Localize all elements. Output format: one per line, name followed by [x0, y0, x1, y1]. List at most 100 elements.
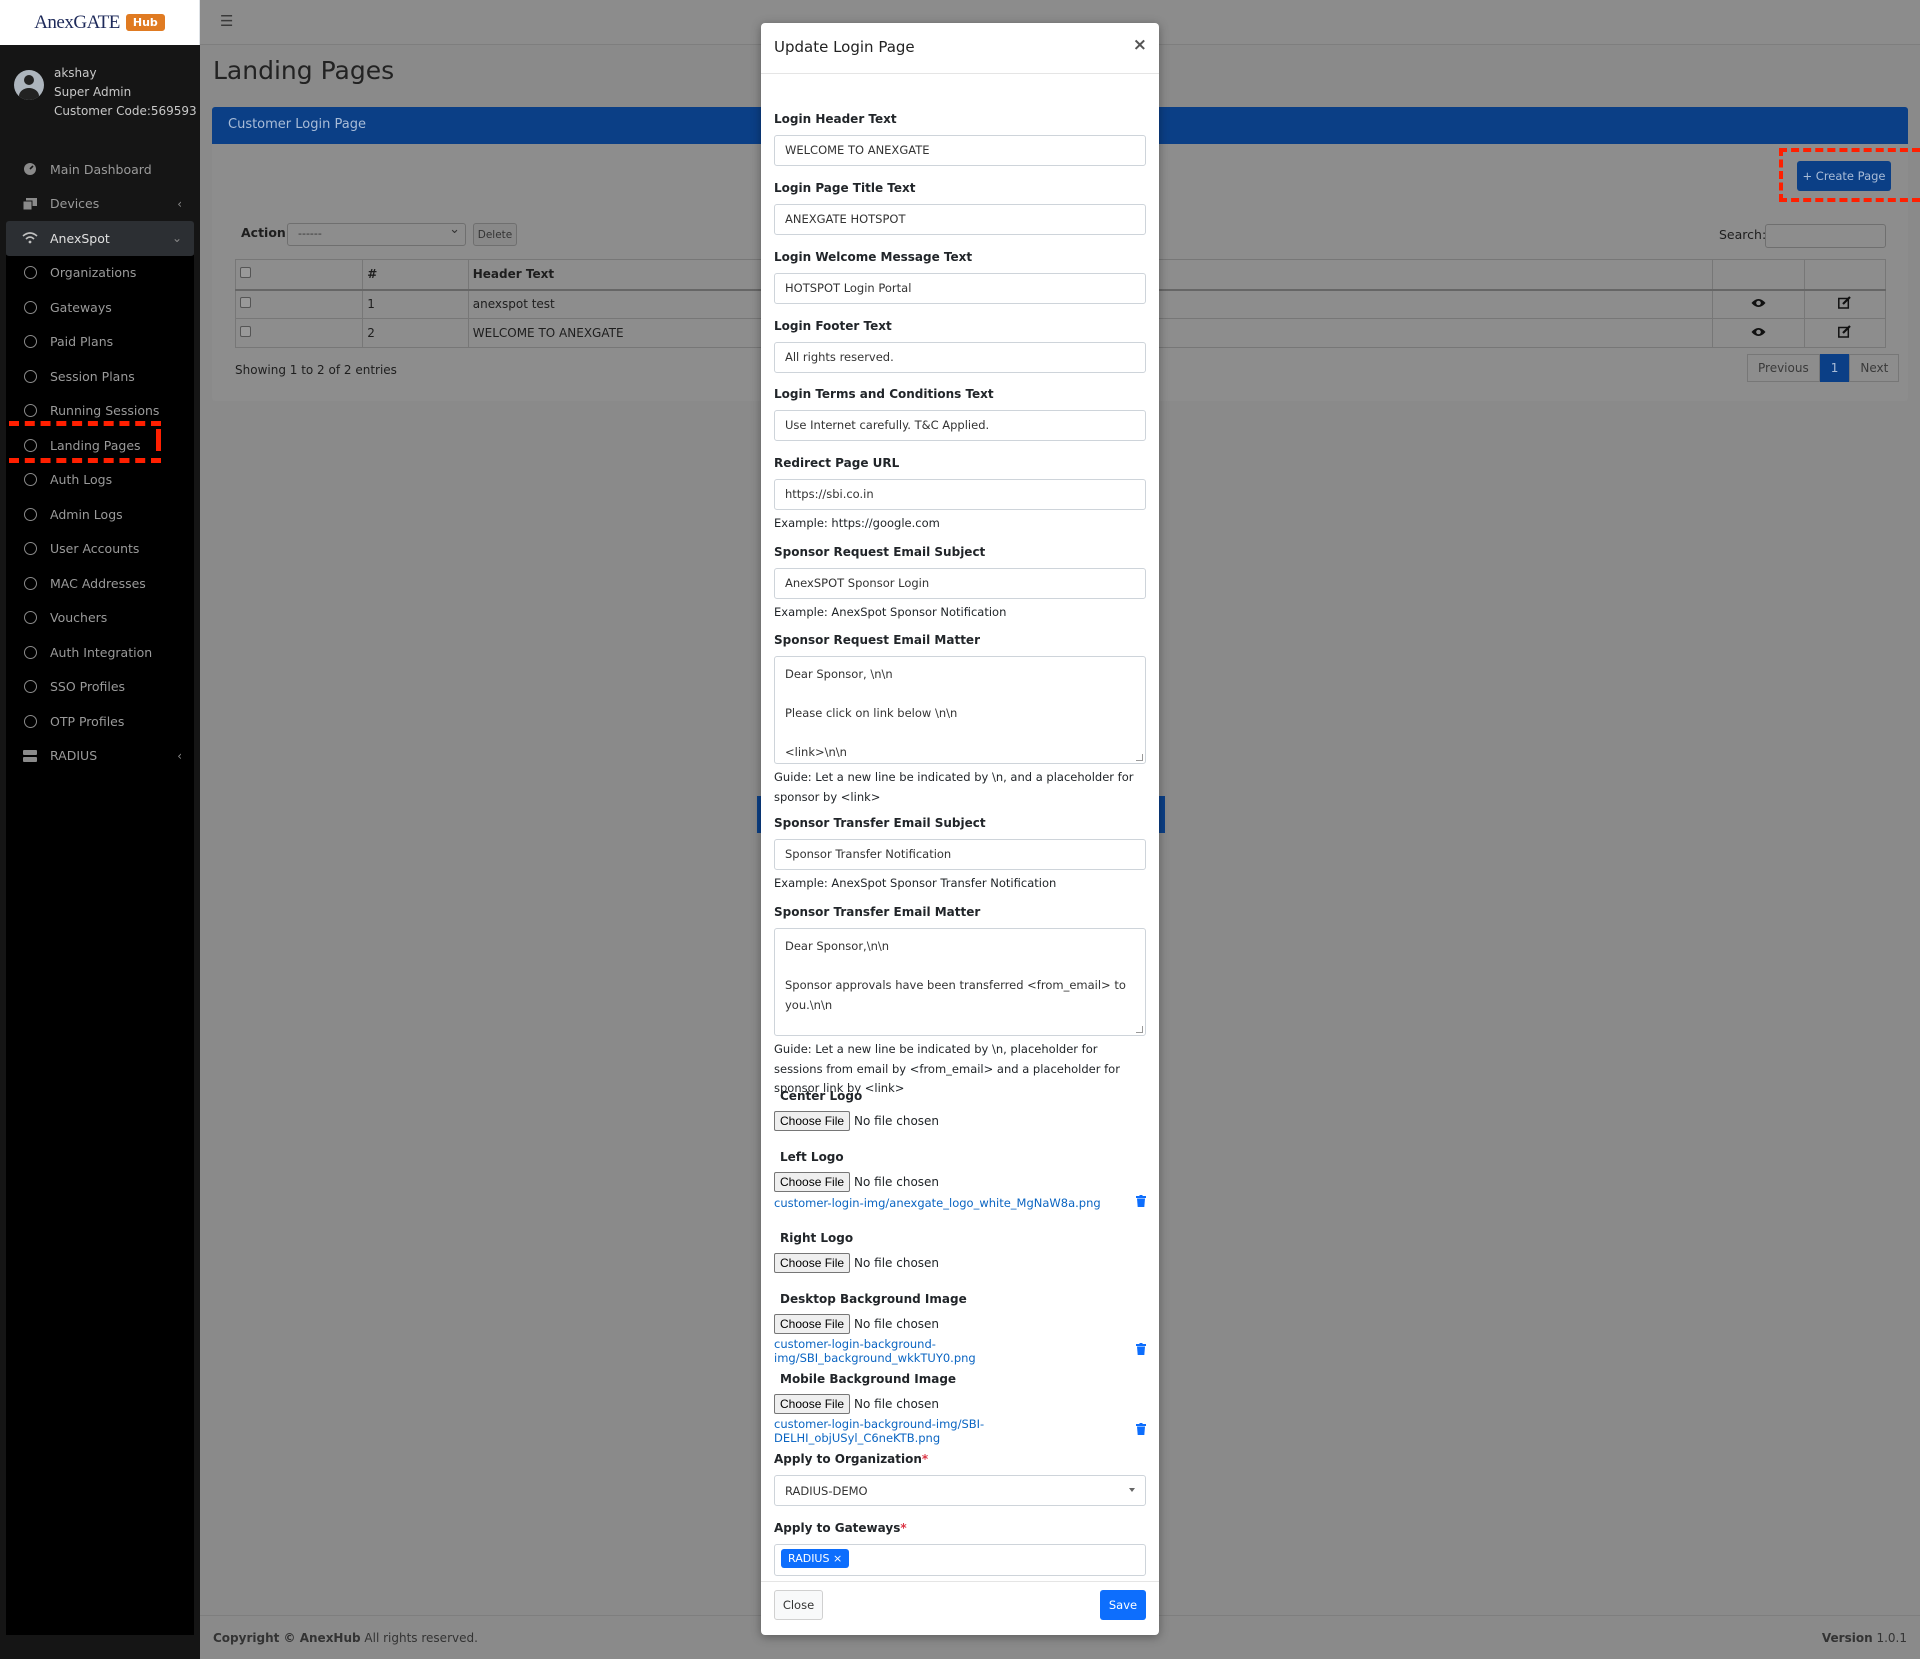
select-all-checkbox[interactable] — [240, 267, 251, 279]
resize-handle[interactable] — [1136, 1026, 1143, 1033]
view-cell — [1711, 318, 1805, 348]
sidebar-item-devices[interactable]: Devices ‹ — [6, 187, 194, 222]
pagination-next[interactable]: Next — [1849, 354, 1900, 382]
sidebar-item-label: SSO Profiles — [50, 679, 126, 695]
required-marker: * — [900, 1521, 907, 1535]
sidebar-item-radius[interactable]: RADIUS ‹ — [6, 738, 194, 773]
sidebar-item-vouchers[interactable]: Vouchers — [6, 600, 194, 635]
textarea-line: Dear Sponsor,\n\n — [785, 939, 890, 953]
sidebar-item-admin-logs[interactable]: Admin Logs — [6, 497, 194, 532]
redirect-url-input[interactable]: https://sbi.co.in — [774, 479, 1146, 510]
field-help: Example: https://google.com — [774, 516, 940, 530]
choose-file-button[interactable]: Choose File — [774, 1111, 851, 1131]
field-help: Guide: Let a new line be indicated by \n… — [774, 770, 1134, 804]
action-select[interactable]: ------ — [287, 222, 466, 246]
login-terms-input[interactable]: Use Internet carefully. T&C Applied. — [774, 410, 1146, 441]
circle-icon — [22, 369, 38, 383]
hamburger-menu-icon[interactable]: ☰ — [220, 12, 233, 30]
field-label: Right Logo — [780, 1231, 854, 1245]
field-mobile-background: Mobile Background Image Choose File No f… — [774, 1372, 1146, 1445]
brand-logo[interactable]: AnexGATE Hub — [0, 0, 200, 45]
eye-icon[interactable] — [1751, 326, 1766, 340]
column-number[interactable]: # — [362, 259, 469, 290]
close-icon[interactable]: × — [1133, 35, 1147, 55]
sidebar-item-mac-addresses[interactable]: MAC Addresses — [6, 566, 194, 601]
trash-icon[interactable] — [1136, 1423, 1146, 1439]
pagination: Previous 1 Next — [1747, 354, 1900, 382]
choose-file-button[interactable]: Choose File — [774, 1172, 851, 1192]
circle-icon — [22, 300, 38, 314]
sidebar-item-label: Vouchers — [50, 610, 108, 626]
login-page-title-input[interactable]: ANEXGATE HOTSPOT — [774, 204, 1146, 235]
sponsor-transfer-matter-textarea[interactable]: Dear Sponsor,\n\n Sponsor approvals have… — [774, 928, 1146, 1036]
row-checkbox[interactable] — [240, 297, 251, 309]
close-button[interactable]: Close — [774, 1590, 823, 1620]
field-label: Login Page Title Text — [774, 181, 916, 195]
choose-file-button[interactable]: Choose File — [774, 1314, 851, 1334]
sidebar-item-user-accounts[interactable]: User Accounts — [6, 531, 194, 566]
pagination-previous[interactable]: Previous — [1747, 354, 1820, 382]
current-file-link[interactable]: customer-login-background-img/SBI-DELHI_… — [774, 1417, 1136, 1445]
save-button[interactable]: Save — [1100, 1590, 1146, 1620]
field-label-text: Apply to Gateways — [774, 1521, 901, 1535]
field-login-welcome-message: Login Welcome Message Text HOTSPOT Login… — [774, 250, 1146, 304]
edit-icon[interactable] — [1838, 296, 1852, 312]
field-apply-organization: Apply to Organization* RADIUS-DEMO — [774, 1452, 1146, 1506]
no-file-text: No file chosen — [854, 1317, 940, 1331]
sidebar-item-organizations[interactable]: Organizations — [6, 255, 194, 290]
edit-cell — [1803, 318, 1887, 348]
search-input[interactable] — [1765, 224, 1886, 248]
sidebar-item-otp-profiles[interactable]: OTP Profiles — [6, 704, 194, 739]
sponsor-transfer-subject-input[interactable]: Sponsor Transfer Notification — [774, 839, 1146, 870]
user-panel[interactable]: akshay Super Admin Customer Code:569593 — [14, 64, 197, 121]
delete-button[interactable]: Delete — [473, 223, 517, 246]
sidebar-item-main-dashboard[interactable]: Main Dashboard — [6, 152, 194, 187]
pagination-page-1[interactable]: 1 — [1819, 354, 1850, 382]
organization-select[interactable]: RADIUS-DEMO — [774, 1475, 1146, 1506]
modal-footer: Close Save — [761, 1581, 1159, 1635]
trash-icon[interactable] — [1136, 1195, 1146, 1211]
remove-tag-icon[interactable]: × — [833, 1552, 842, 1565]
sidebar-item-anexspot[interactable]: AnexSpot ⌄ — [6, 221, 194, 256]
field-label: Login Terms and Conditions Text — [774, 387, 994, 401]
sidebar-item-label: RADIUS — [50, 748, 98, 764]
sponsor-request-matter-textarea[interactable]: Dear Sponsor, \n\n Please click on link … — [774, 656, 1146, 764]
login-welcome-message-input[interactable]: HOTSPOT Login Portal — [774, 273, 1146, 304]
sidebar-item-gateways[interactable]: Gateways — [6, 290, 194, 325]
field-help: Example: AnexSpot Sponsor Transfer Notif… — [774, 876, 1057, 890]
no-file-text: No file chosen — [854, 1175, 940, 1189]
current-file-link[interactable]: customer-login-background-img/SBI_backgr… — [774, 1337, 1136, 1365]
sidebar-item-paid-plans[interactable]: Paid Plans — [6, 324, 194, 359]
circle-icon — [22, 507, 38, 521]
field-sponsor-transfer-subject: Sponsor Transfer Email Subject Sponsor T… — [774, 816, 1146, 894]
eye-icon[interactable] — [1751, 297, 1766, 311]
choose-file-button[interactable]: Choose File — [774, 1253, 851, 1273]
resize-handle[interactable] — [1136, 754, 1143, 761]
sidebar-item-label: AnexSpot — [50, 230, 110, 246]
sponsor-request-subject-input[interactable]: AnexSPOT Sponsor Login — [774, 568, 1146, 599]
gateways-multiselect[interactable]: RADIUS × — [774, 1544, 1146, 1576]
login-header-text-input[interactable]: WELCOME TO ANEXGATE — [774, 135, 1146, 166]
no-file-text: No file chosen — [854, 1114, 940, 1128]
field-login-header-text: Login Header Text WELCOME TO ANEXGATE — [774, 112, 1146, 166]
choose-file-button[interactable]: Choose File — [774, 1394, 851, 1414]
sidebar-item-auth-logs[interactable]: Auth Logs — [6, 462, 194, 497]
field-label: Login Footer Text — [774, 319, 892, 333]
current-file-link[interactable]: customer-login-img/anexgate_logo_white_M… — [774, 1196, 1101, 1210]
row-checkbox[interactable] — [240, 326, 251, 337]
sidebar-item-label: Auth Logs — [50, 472, 113, 488]
field-label: Desktop Background Image — [780, 1292, 967, 1306]
sidebar-item-session-plans[interactable]: Session Plans — [6, 359, 194, 394]
circle-icon — [22, 645, 38, 659]
circle-icon — [22, 335, 38, 349]
chevron-down-icon: ⌄ — [171, 231, 182, 245]
login-footer-text-input[interactable]: All rights reserved. — [774, 342, 1146, 373]
sidebar-item-auth-integration[interactable]: Auth Integration — [6, 635, 194, 670]
customer-code: Customer Code:569593 — [54, 104, 197, 118]
row-number: 2 — [362, 318, 469, 348]
sidebar-item-label: Admin Logs — [50, 506, 123, 522]
avatar — [14, 70, 44, 100]
sidebar-item-sso-profiles[interactable]: SSO Profiles — [6, 669, 194, 704]
trash-icon[interactable] — [1136, 1343, 1146, 1359]
edit-icon[interactable] — [1838, 325, 1852, 341]
